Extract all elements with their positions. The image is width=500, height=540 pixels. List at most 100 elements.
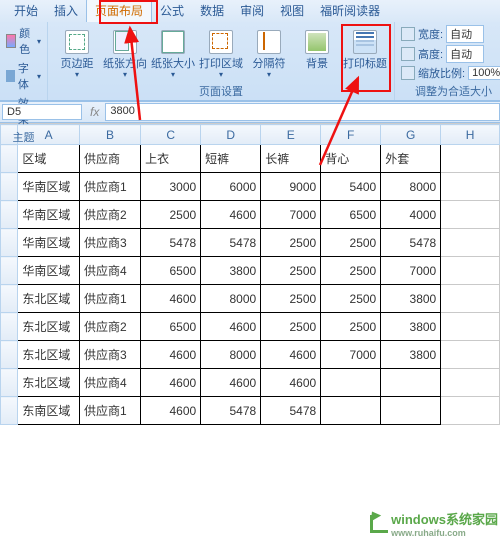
cell-value[interactable] (381, 397, 441, 425)
cell-supplier[interactable]: 供应商4 (79, 369, 140, 397)
cell-supplier[interactable]: 供应商1 (79, 173, 140, 201)
header-cell[interactable]: 供应商 (79, 145, 140, 173)
cell-value[interactable] (321, 397, 381, 425)
row-header[interactable] (1, 201, 18, 229)
cell-supplier[interactable]: 供应商1 (79, 397, 140, 425)
cell-value[interactable]: 4600 (201, 201, 261, 229)
cell-region[interactable]: 东北区域 (18, 341, 80, 369)
cell-value[interactable]: 2500 (321, 285, 381, 313)
row-header[interactable] (1, 229, 18, 257)
cell-value[interactable]: 3800 (381, 341, 441, 369)
height-value[interactable]: 自动 (446, 45, 484, 63)
cell-value[interactable]: 4600 (141, 285, 201, 313)
row-header[interactable] (1, 397, 18, 425)
cell-value[interactable]: 3800 (201, 257, 261, 285)
background-button[interactable]: 背景 (294, 25, 340, 81)
cell-value[interactable]: 4600 (261, 341, 321, 369)
cell-value[interactable]: 4600 (201, 313, 261, 341)
cell[interactable] (441, 313, 500, 341)
cell-value[interactable]: 2500 (141, 201, 201, 229)
cell-value[interactable]: 5478 (261, 397, 321, 425)
cell-value[interactable]: 6500 (141, 257, 201, 285)
cell-value[interactable]: 2500 (261, 285, 321, 313)
col-header[interactable]: G (381, 125, 441, 145)
cell-value[interactable]: 6500 (321, 201, 381, 229)
tab-5[interactable]: 审阅 (232, 0, 272, 22)
print-titles-button[interactable]: 打印标题 (342, 25, 388, 81)
cell-value[interactable]: 7000 (381, 257, 441, 285)
margins-button[interactable]: 页边距▾ (54, 25, 100, 81)
tab-3[interactable]: 公式 (152, 0, 192, 22)
cell-value[interactable] (381, 369, 441, 397)
cell-value[interactable]: 3800 (381, 285, 441, 313)
cell-region[interactable]: 华南区域 (18, 201, 80, 229)
header-cell[interactable]: 背心 (321, 145, 381, 173)
tab-4[interactable]: 数据 (192, 0, 232, 22)
cell-value[interactable]: 2500 (261, 257, 321, 285)
cell-value[interactable]: 2500 (261, 313, 321, 341)
cell[interactable] (441, 145, 500, 173)
cell-region[interactable]: 东北区域 (18, 285, 80, 313)
cell-value[interactable]: 2500 (321, 257, 381, 285)
cell[interactable] (441, 257, 500, 285)
col-header[interactable]: F (321, 125, 381, 145)
col-header[interactable]: E (261, 125, 321, 145)
col-header[interactable]: B (79, 125, 140, 145)
cell-value[interactable]: 4600 (201, 369, 261, 397)
header-cell[interactable]: 上衣 (141, 145, 201, 173)
tab-0[interactable]: 开始 (6, 0, 46, 22)
cell-supplier[interactable]: 供应商2 (79, 313, 140, 341)
cell-supplier[interactable]: 供应商3 (79, 229, 140, 257)
header-cell[interactable]: 区域 (18, 145, 80, 173)
spreadsheet-grid[interactable]: ABCDEFGH区域供应商上衣短裤长裤背心外套华南区域供应商1300060009… (0, 123, 500, 540)
col-header[interactable]: H (441, 125, 500, 145)
row-header[interactable] (1, 257, 18, 285)
cell-value[interactable]: 5478 (141, 229, 201, 257)
cell-supplier[interactable]: 供应商4 (79, 257, 140, 285)
theme-font[interactable]: 字体▾ (6, 60, 41, 92)
tab-2[interactable]: 页面布局 (86, 0, 152, 22)
cell-supplier[interactable]: 供应商3 (79, 341, 140, 369)
cell-value[interactable]: 7000 (261, 201, 321, 229)
row-header[interactable] (1, 173, 18, 201)
cell-region[interactable]: 东北区域 (18, 369, 80, 397)
theme-color[interactable]: 颜色▾ (6, 25, 41, 57)
col-header[interactable]: D (201, 125, 261, 145)
cell-value[interactable] (321, 369, 381, 397)
row-header[interactable] (1, 341, 18, 369)
cell-value[interactable]: 4600 (141, 341, 201, 369)
cell-value[interactable]: 5478 (201, 229, 261, 257)
row-header[interactable] (1, 145, 18, 173)
row-header[interactable] (1, 369, 18, 397)
tab-7[interactable]: 福昕阅读器 (312, 0, 388, 22)
orientation-button[interactable]: 纸张方向▾ (102, 25, 148, 81)
name-box[interactable]: D5 (2, 104, 82, 120)
cell-region[interactable]: 华南区域 (18, 173, 80, 201)
cell-value[interactable]: 4000 (381, 201, 441, 229)
cell-value[interactable]: 8000 (201, 341, 261, 369)
breaks-button[interactable]: 分隔符▾ (246, 25, 292, 81)
cell-value[interactable]: 4600 (141, 369, 201, 397)
cell-supplier[interactable]: 供应商1 (79, 285, 140, 313)
cell-value[interactable]: 8000 (381, 173, 441, 201)
print-area-button[interactable]: 打印区域▾ (198, 25, 244, 81)
cell[interactable] (441, 397, 500, 425)
cell[interactable] (441, 229, 500, 257)
cell-region[interactable]: 华南区域 (18, 257, 80, 285)
cell-region[interactable]: 华南区域 (18, 229, 80, 257)
cell-value[interactable]: 3000 (141, 173, 201, 201)
col-header[interactable]: C (141, 125, 201, 145)
scale-value[interactable]: 100% (468, 66, 500, 80)
cell-value[interactable]: 2500 (261, 229, 321, 257)
cell[interactable] (441, 201, 500, 229)
tab-1[interactable]: 插入 (46, 0, 86, 22)
cell-value[interactable]: 8000 (201, 285, 261, 313)
cell-region[interactable]: 东南区域 (18, 397, 80, 425)
cell-value[interactable]: 6000 (201, 173, 261, 201)
formula-input[interactable]: 3800 (105, 103, 500, 121)
row-header[interactable] (1, 285, 18, 313)
cell-value[interactable]: 6500 (141, 313, 201, 341)
cell-value[interactable]: 5478 (201, 397, 261, 425)
cell[interactable] (441, 285, 500, 313)
header-cell[interactable]: 长裤 (261, 145, 321, 173)
